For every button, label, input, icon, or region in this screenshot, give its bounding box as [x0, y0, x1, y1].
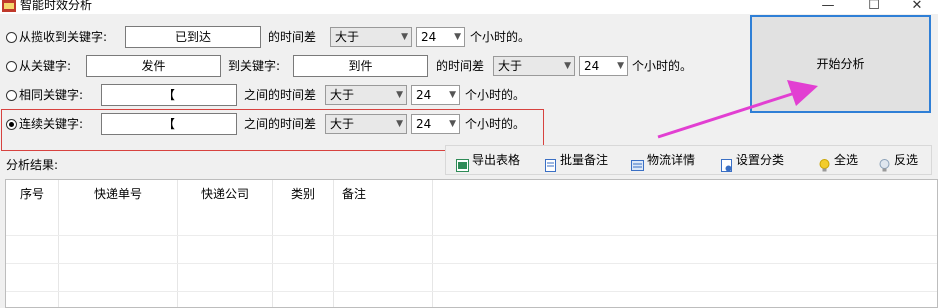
row2-from-keyword-input[interactable]: 发件	[86, 55, 221, 77]
category-settings-icon	[720, 154, 733, 172]
close-button[interactable]: ✕	[894, 0, 938, 15]
chevron-down-icon: ▼	[617, 61, 624, 71]
minimize-button[interactable]: —	[805, 0, 851, 15]
row1-hours-select[interactable]: 24 ▼	[416, 27, 465, 47]
column-header-index[interactable]: 序号	[6, 180, 58, 208]
logistics-detail-button[interactable]: 物流详情	[631, 146, 695, 174]
row3-compare-select[interactable]: 大于 ▼	[325, 85, 407, 105]
row4-keyword-input[interactable]: 【	[101, 113, 237, 135]
select-all-button[interactable]: 全选	[818, 146, 858, 174]
title-bar	[0, 0, 938, 14]
row4-diff-label: 之间的时间差	[244, 117, 317, 131]
logistics-detail-label: 物流详情	[647, 153, 696, 167]
select-all-label: 全选	[834, 153, 859, 167]
column-divider	[432, 180, 433, 307]
row2-unit: 个小时的。	[632, 59, 693, 73]
chevron-down-icon: ▼	[449, 90, 456, 100]
invert-select-button[interactable]: 反选	[878, 146, 918, 174]
app-icon	[2, 0, 16, 12]
row3-keyword-input[interactable]: 【	[101, 84, 237, 106]
chevron-down-icon: ▼	[564, 61, 571, 71]
chevron-down-icon: ▼	[396, 90, 403, 100]
invert-select-label: 反选	[894, 153, 919, 167]
batch-note-label: 批量备注	[560, 153, 609, 167]
chevron-down-icon: ▼	[401, 32, 408, 42]
category-settings-label: 设置分类	[736, 153, 785, 167]
row-divider	[6, 263, 937, 264]
results-table[interactable]: 序号 快递单号 快递公司 类别 备注	[5, 179, 938, 308]
row3-unit: 个小时的。	[465, 88, 526, 102]
annotation-arrow-icon	[657, 80, 818, 139]
row2-hours-select[interactable]: 24 ▼	[579, 56, 628, 76]
row3-hours-value: 24	[416, 88, 432, 102]
row2-diff-label: 的时间差	[436, 59, 485, 73]
chevron-down-icon: ▼	[454, 32, 461, 42]
row2-to-keyword-input[interactable]: 到件	[293, 55, 428, 77]
maximize-button[interactable]: ☐	[851, 0, 897, 15]
row3-diff-label: 之间的时间差	[244, 88, 317, 102]
row1-compare-value: 大于	[335, 30, 360, 44]
radio-consecutive-keyword[interactable]	[6, 119, 17, 130]
row3-compare-value: 大于	[330, 88, 355, 102]
radio-from-keyword[interactable]	[6, 61, 17, 72]
row4-hours-select[interactable]: 24 ▼	[411, 114, 460, 134]
category-settings-button[interactable]: 设置分类	[720, 146, 784, 174]
column-header-remark[interactable]: 备注	[334, 180, 374, 208]
row2-compare-value: 大于	[498, 59, 523, 73]
window-title: 智能时效分析	[20, 0, 93, 12]
row2-label: 从关键字:	[19, 59, 72, 73]
chevron-down-icon: ▼	[449, 119, 456, 129]
row1-compare-select[interactable]: 大于 ▼	[330, 27, 412, 47]
results-label: 分析结果:	[6, 158, 59, 172]
row3-label: 相同关键字:	[19, 88, 84, 102]
row2-hours-value: 24	[584, 59, 600, 73]
column-header-tracking-number[interactable]: 快递单号	[59, 180, 177, 208]
invert-select-bulb-icon	[878, 154, 891, 172]
row2-to-label: 到关键字:	[228, 59, 281, 73]
results-toolbar: 导出表格 批量备注 物流详情 设置分类 全选 反选	[445, 145, 932, 175]
row2-compare-select[interactable]: 大于 ▼	[493, 56, 575, 76]
batch-note-icon	[544, 154, 557, 172]
row1-diff-label: 的时间差	[268, 30, 317, 44]
export-table-button[interactable]: 导出表格	[456, 146, 520, 174]
row3-hours-select[interactable]: 24 ▼	[411, 85, 460, 105]
logistics-detail-icon	[631, 154, 644, 171]
row1-label: 从揽收到关键字:	[19, 30, 108, 44]
column-header-category[interactable]: 类别	[273, 180, 333, 208]
radio-from-pickup[interactable]	[6, 32, 17, 43]
select-all-bulb-icon	[818, 154, 831, 172]
row-divider	[6, 235, 937, 236]
radio-same-keyword[interactable]	[6, 90, 17, 101]
row1-hours-value: 24	[421, 30, 437, 44]
column-header-courier[interactable]: 快递公司	[178, 180, 272, 208]
export-table-label: 导出表格	[472, 153, 521, 167]
row-divider	[6, 291, 937, 292]
row4-compare-select[interactable]: 大于 ▼	[325, 114, 407, 134]
row4-unit: 个小时的。	[465, 117, 526, 131]
row4-label: 连续关键字:	[19, 117, 84, 131]
row1-keyword-input[interactable]: 已到达	[125, 26, 261, 48]
chevron-down-icon: ▼	[396, 119, 403, 129]
row1-unit: 个小时的。	[470, 30, 531, 44]
row4-compare-value: 大于	[330, 117, 355, 131]
row4-hours-value: 24	[416, 117, 432, 131]
excel-export-icon	[456, 154, 469, 172]
batch-note-button[interactable]: 批量备注	[544, 146, 608, 174]
